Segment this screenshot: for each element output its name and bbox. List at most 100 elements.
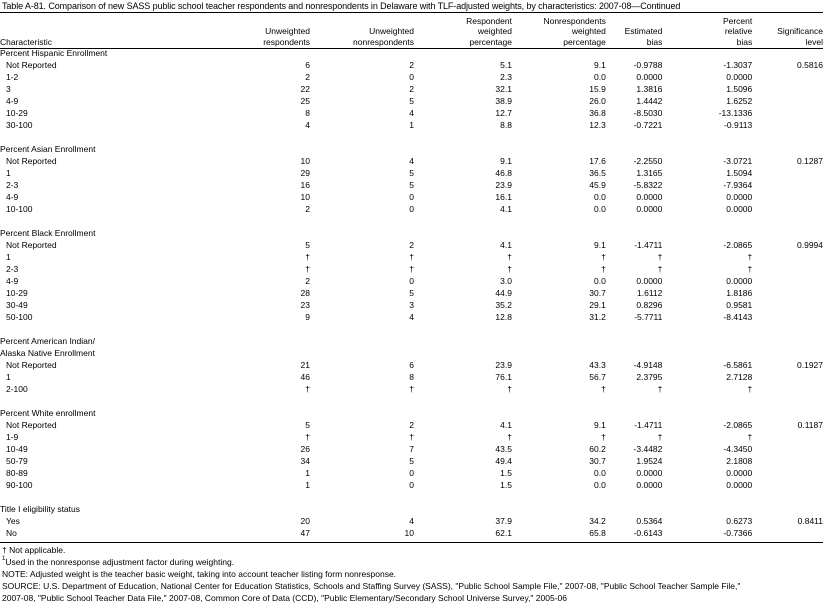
- dagger-note: † Not applicable.: [2, 545, 66, 555]
- table-row: 1-2 2 0 2.3 0.0 0.0000 0.0000: [0, 71, 823, 83]
- table-cell: [752, 431, 823, 443]
- table-cell: 8.8: [500, 120, 512, 130]
- table-cell: 9.1: [594, 420, 606, 430]
- table-cell: †: [507, 264, 512, 274]
- table-cell: 0: [409, 72, 414, 82]
- table-row: 50-79 34 5 49.4 30.7 1.9524 2.1808: [0, 455, 823, 467]
- table-cell: †: [409, 264, 414, 274]
- table-cell: 46.8: [495, 168, 512, 178]
- row-label: Not Reported: [6, 420, 57, 430]
- table-cell: 56.7: [589, 372, 606, 382]
- table-cell: -0.6143: [633, 528, 663, 538]
- table-cell: †: [305, 264, 310, 274]
- table-cell: 49.4: [495, 456, 512, 466]
- table-cell: 0.0: [594, 276, 606, 286]
- table-cell: 5: [409, 180, 414, 190]
- table-cell: -8.4143: [723, 312, 753, 322]
- table-cell: 0: [409, 468, 414, 478]
- column-header-line: Characteristic: [0, 36, 52, 47]
- table-cell: 0.1187: [797, 420, 823, 430]
- column-header-line: Nonrespondents: [543, 15, 606, 26]
- table-cell: 4.1: [500, 420, 512, 430]
- table-cell: 37.9: [495, 516, 512, 526]
- table-cell: 34: [300, 456, 310, 466]
- table-cell: 0.0000: [726, 480, 753, 490]
- table-cell: 4.1: [500, 240, 512, 250]
- group-header-row: Percent American Indian/: [0, 335, 823, 347]
- table-cell: 12.3: [589, 120, 606, 130]
- table-cell: 4: [305, 120, 310, 130]
- table-cell: 0.0000: [636, 192, 663, 202]
- table-cell: 12.8: [495, 312, 512, 322]
- table-cell: [752, 263, 823, 275]
- column-header-line: Respondent: [466, 15, 512, 26]
- column-header-line: Percent: [722, 15, 753, 26]
- table-cell: 5: [409, 456, 414, 466]
- table-row: 10-29 8 4 12.7 36.8 -8.5030 -13.1336: [0, 107, 823, 119]
- table-cell: [752, 95, 823, 107]
- table-cell: 35.2: [495, 300, 512, 310]
- table-cell: 1: [305, 480, 310, 490]
- table-cell: 15.9: [589, 84, 606, 94]
- table-cell: 2: [409, 420, 414, 430]
- table-cell: 5: [409, 288, 414, 298]
- row-label: Yes: [6, 516, 20, 526]
- table-cell: 0.6273: [726, 516, 753, 526]
- table-cell: [752, 371, 823, 383]
- row-label: 2-3: [6, 264, 19, 274]
- table-cell: 9.1: [594, 60, 606, 70]
- row-label: 10-29: [6, 288, 28, 298]
- table-cell: 1.4442: [636, 96, 663, 106]
- table-cell: 0.0000: [636, 480, 663, 490]
- table-cell: 0.0000: [726, 72, 753, 82]
- table-cell: -5.8322: [633, 180, 663, 190]
- table-cell: 20: [300, 516, 310, 526]
- header-rule: [0, 48, 823, 49]
- table-cell: 0.0: [594, 480, 606, 490]
- table-cell: 1: [305, 468, 310, 478]
- table-cell: 0.0: [594, 204, 606, 214]
- row-label: 2-100: [6, 384, 28, 394]
- column-header: Unweighted respondents: [207, 15, 310, 47]
- table-row: 2-3 16 5 23.9 45.9 -5.8322 -7.9364: [0, 179, 823, 191]
- row-label: 4-9: [6, 276, 19, 286]
- table-cell: 5: [409, 168, 414, 178]
- table-cell: 5.1: [500, 60, 512, 70]
- column-header-line: Estimated: [624, 26, 663, 36]
- table-cell: 29: [300, 168, 310, 178]
- table-cell: -2.2550: [633, 156, 663, 166]
- table-cell: 2: [409, 84, 414, 94]
- table-cell: -0.9113: [724, 120, 753, 130]
- column-header: Nonrespondents weighted percentage: [512, 15, 606, 47]
- table-cell: 1.9524: [636, 456, 663, 466]
- spacer-row: [0, 395, 823, 407]
- table-cell: 8: [409, 372, 414, 382]
- table-cell: 2.1808: [726, 456, 753, 466]
- table-cell: [752, 383, 823, 395]
- table-cell: [752, 179, 823, 191]
- row-label: 50-79: [6, 456, 28, 466]
- table-cell: 2: [409, 240, 414, 250]
- table-cell: [752, 527, 823, 539]
- table-cell: -1.4711: [634, 420, 663, 430]
- table-cell: -6.5861: [723, 360, 753, 370]
- table-cell: 1.5: [500, 480, 512, 490]
- table-cell: 6: [409, 360, 414, 370]
- table-cell: 60.2: [589, 444, 606, 454]
- table-cell: 0.0000: [636, 468, 663, 478]
- column-header: Characteristic: [0, 15, 207, 47]
- table-cell: 12.7: [495, 108, 512, 118]
- table-cell: 0.0000: [636, 72, 663, 82]
- table-cell: 3.0: [500, 276, 512, 286]
- table-cell: 5: [305, 240, 310, 250]
- table-cell: 0.8411: [797, 516, 823, 526]
- spacer-cell: [0, 395, 823, 407]
- table-cell: 47: [300, 528, 310, 538]
- table-cell: 45.9: [589, 180, 606, 190]
- spacer-row: [0, 323, 823, 335]
- table-cell: 29.1: [589, 300, 606, 310]
- table-cell: 0.0000: [636, 276, 663, 286]
- bottom-rule: [0, 542, 823, 543]
- table-row: 50-100 9 4 12.8 31.2 -5.7711 -8.4143: [0, 311, 823, 323]
- table-cell: 4: [409, 156, 414, 166]
